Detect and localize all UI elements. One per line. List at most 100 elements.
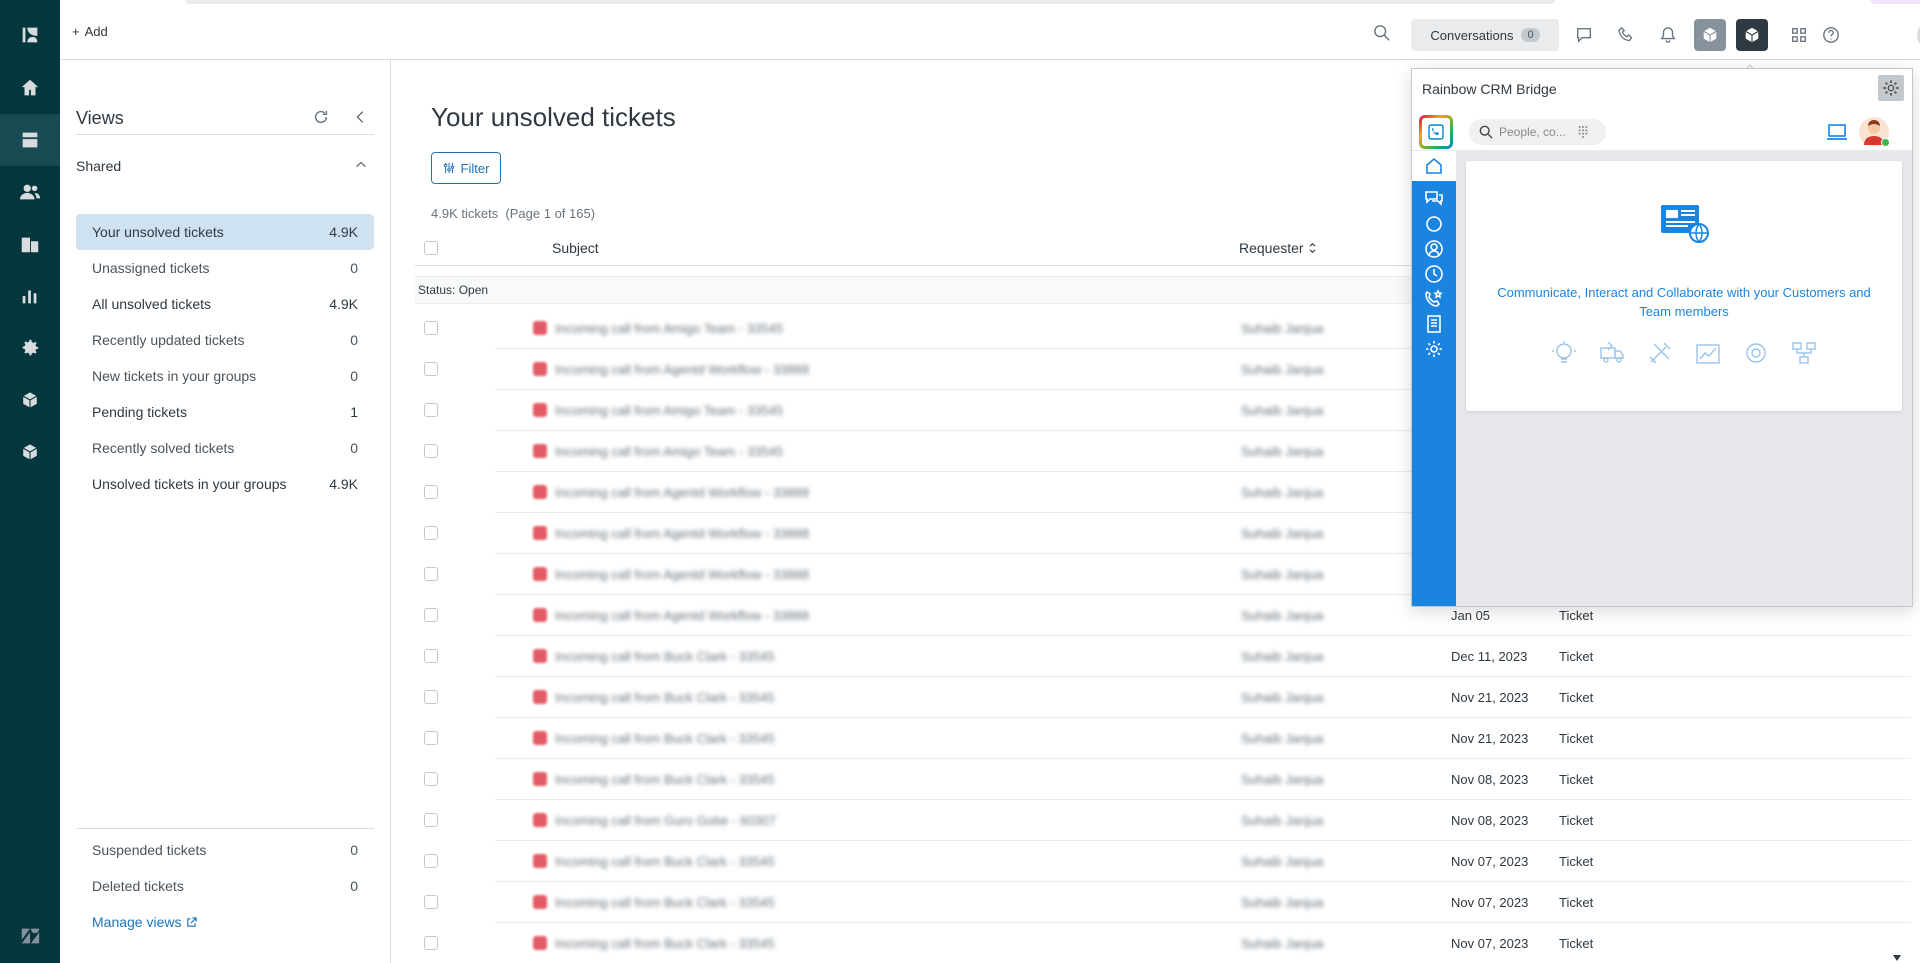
- ticket-requester[interactable]: Suhaib Janjua: [1241, 608, 1323, 623]
- dialpad-icon[interactable]: [1578, 125, 1588, 139]
- ticket-requester[interactable]: Suhaib Janjua: [1241, 485, 1323, 500]
- row-checkbox[interactable]: [424, 649, 438, 663]
- view-unassigned[interactable]: Unassigned tickets 0: [76, 250, 374, 286]
- ticket-subject[interactable]: Incoming call from Buck Clark - 33545: [555, 895, 775, 910]
- row-checkbox[interactable]: [424, 362, 438, 376]
- ticket-subject[interactable]: Incoming call from Agentd Workflow - 338…: [555, 362, 809, 377]
- ticket-subject[interactable]: Incoming call from Agentd Workflow - 338…: [555, 567, 809, 582]
- product-tray-grid-icon[interactable]: [1783, 19, 1815, 51]
- home-icon[interactable]: [0, 62, 60, 114]
- view-all-unsolved[interactable]: All unsolved tickets 4.9K: [76, 286, 374, 322]
- help-icon[interactable]: [1815, 19, 1847, 51]
- ticket-requester[interactable]: Suhaib Janjua: [1241, 362, 1323, 377]
- app-box-icon[interactable]: [0, 374, 60, 426]
- crm-bubble-icon[interactable]: [1424, 214, 1444, 234]
- organizations-icon[interactable]: [0, 218, 60, 270]
- ticket-subject[interactable]: Incoming call from Amigo Team - 33545: [555, 321, 783, 336]
- ticket-subject[interactable]: Incoming call from Buck Clark - 33545: [555, 936, 775, 951]
- laptop-icon[interactable]: [1826, 123, 1848, 141]
- ticket-requester[interactable]: Suhaib Janjua: [1241, 567, 1323, 582]
- row-checkbox[interactable]: [424, 772, 438, 786]
- zendesk-logo-icon[interactable]: [0, 9, 60, 61]
- crm-settings-gear-icon[interactable]: [1878, 75, 1904, 101]
- view-recently-updated[interactable]: Recently updated tickets 0: [76, 322, 374, 358]
- ticket-subject[interactable]: Incoming call from Agentd Workflow - 338…: [555, 526, 809, 541]
- chat-icon[interactable]: [1568, 19, 1600, 51]
- view-your-unsolved[interactable]: Your unsolved tickets 4.9K: [76, 214, 374, 250]
- row-checkbox[interactable]: [424, 485, 438, 499]
- row-checkbox[interactable]: [424, 895, 438, 909]
- row-checkbox[interactable]: [424, 444, 438, 458]
- column-header-requester[interactable]: Requester: [1239, 240, 1317, 256]
- ticket-requester[interactable]: Suhaib Janjua: [1241, 813, 1323, 828]
- ticket-requester[interactable]: Suhaib Janjua: [1241, 526, 1323, 541]
- crm-history-clock-icon[interactable]: [1424, 264, 1444, 284]
- crm-conversations-icon[interactable]: [1424, 189, 1444, 209]
- reporting-icon[interactable]: [0, 270, 60, 322]
- ticket-requester[interactable]: Suhaib Janjua: [1241, 895, 1323, 910]
- column-header-subject[interactable]: Subject: [552, 240, 599, 256]
- row-checkbox[interactable]: [424, 813, 438, 827]
- add-button[interactable]: + Add: [72, 24, 108, 39]
- row-checkbox[interactable]: [424, 403, 438, 417]
- table-row[interactable]: Incoming call from Guro Gobe - 60307 Suha…: [415, 800, 1911, 841]
- ticket-requester[interactable]: Suhaib Janjua: [1241, 403, 1323, 418]
- view-pending[interactable]: Pending tickets 1: [76, 394, 374, 430]
- row-checkbox[interactable]: [424, 526, 438, 540]
- row-checkbox[interactable]: [424, 731, 438, 745]
- ticket-requester[interactable]: Suhaib Janjua: [1241, 731, 1323, 746]
- row-checkbox[interactable]: [424, 321, 438, 335]
- row-checkbox[interactable]: [424, 936, 438, 950]
- ticket-subject[interactable]: Incoming call from Agentd Workflow - 338…: [555, 485, 809, 500]
- crm-search-input[interactable]: People, co...: [1469, 119, 1606, 145]
- collapse-panel-chevron-icon[interactable]: [352, 108, 370, 126]
- manage-views-link[interactable]: Manage views: [92, 914, 197, 930]
- row-checkbox[interactable]: [424, 690, 438, 704]
- zendesk-footer-logo-icon[interactable]: [0, 910, 60, 962]
- rainbow-app-cube-icon[interactable]: [1736, 19, 1768, 51]
- view-recently-solved[interactable]: Recently solved tickets 0: [76, 430, 374, 466]
- ticket-requester[interactable]: Suhaib Janjua: [1241, 444, 1323, 459]
- crm-user-avatar[interactable]: [1859, 117, 1890, 147]
- table-row[interactable]: Incoming call from Buck Clark - 33545 Suh…: [415, 718, 1911, 759]
- crm-settings-icon[interactable]: [1424, 339, 1444, 359]
- views-icon[interactable]: [0, 114, 60, 166]
- table-row[interactable]: Incoming call from Buck Clark - 33545 Suh…: [415, 882, 1911, 923]
- view-unsolved-in-groups[interactable]: Unsolved tickets in your groups 4.9K: [76, 466, 374, 502]
- app-cube-icon[interactable]: [1694, 19, 1726, 51]
- filter-button[interactable]: Filter: [431, 152, 501, 184]
- ticket-subject[interactable]: Incoming call from Buck Clark - 33545: [555, 690, 775, 705]
- row-checkbox[interactable]: [424, 854, 438, 868]
- row-checkbox[interactable]: [424, 608, 438, 622]
- phone-icon[interactable]: [1610, 19, 1642, 51]
- refresh-icon[interactable]: [312, 108, 330, 126]
- ticket-subject[interactable]: Incoming call from Buck Clark - 33545: [555, 649, 775, 664]
- select-all-checkbox[interactable]: [424, 241, 438, 255]
- ticket-subject[interactable]: Incoming call from Amigo Team - 33545: [555, 444, 783, 459]
- conversations-button[interactable]: Conversations 0: [1411, 19, 1559, 51]
- ticket-subject[interactable]: Incoming call from Amigo Team - 33545: [555, 403, 783, 418]
- ticket-subject[interactable]: Incoming call from Buck Clark - 33545: [555, 854, 775, 869]
- chevron-up-icon[interactable]: [354, 158, 368, 172]
- view-deleted[interactable]: Deleted tickets 0: [76, 868, 374, 904]
- ticket-subject[interactable]: Incoming call from Guro Gobe - 60307: [555, 813, 776, 828]
- row-checkbox[interactable]: [424, 567, 438, 581]
- admin-gear-icon[interactable]: [0, 322, 60, 374]
- crm-contacts-icon[interactable]: [1424, 239, 1444, 259]
- view-new-in-groups[interactable]: New tickets in your groups 0: [76, 358, 374, 394]
- ticket-subject[interactable]: Incoming call from Buck Clark - 33545: [555, 772, 775, 787]
- notifications-bell-icon[interactable]: [1652, 19, 1684, 51]
- table-row[interactable]: Incoming call from Buck Clark - 33545 Suh…: [415, 841, 1911, 882]
- table-row[interactable]: Incoming call from Buck Clark - 33545 Suh…: [415, 759, 1911, 800]
- ticket-requester[interactable]: Suhaib Janjua: [1241, 690, 1323, 705]
- ticket-subject[interactable]: Incoming call from Buck Clark - 33545: [555, 731, 775, 746]
- ticket-requester[interactable]: Suhaib Janjua: [1241, 321, 1323, 336]
- search-icon[interactable]: [1373, 24, 1391, 42]
- rainbow-logo-icon[interactable]: [1419, 115, 1453, 149]
- scroll-down-arrow-icon[interactable]: [1891, 950, 1903, 961]
- ticket-requester[interactable]: Suhaib Janjua: [1241, 936, 1323, 951]
- table-row[interactable]: Incoming call from Buck Clark - 33545 Suh…: [415, 636, 1911, 677]
- crm-favorite-calls-icon[interactable]: [1424, 289, 1444, 309]
- crm-home-icon[interactable]: [1412, 151, 1456, 181]
- ticket-subject[interactable]: Incoming call from Agentd Workflow - 338…: [555, 608, 809, 623]
